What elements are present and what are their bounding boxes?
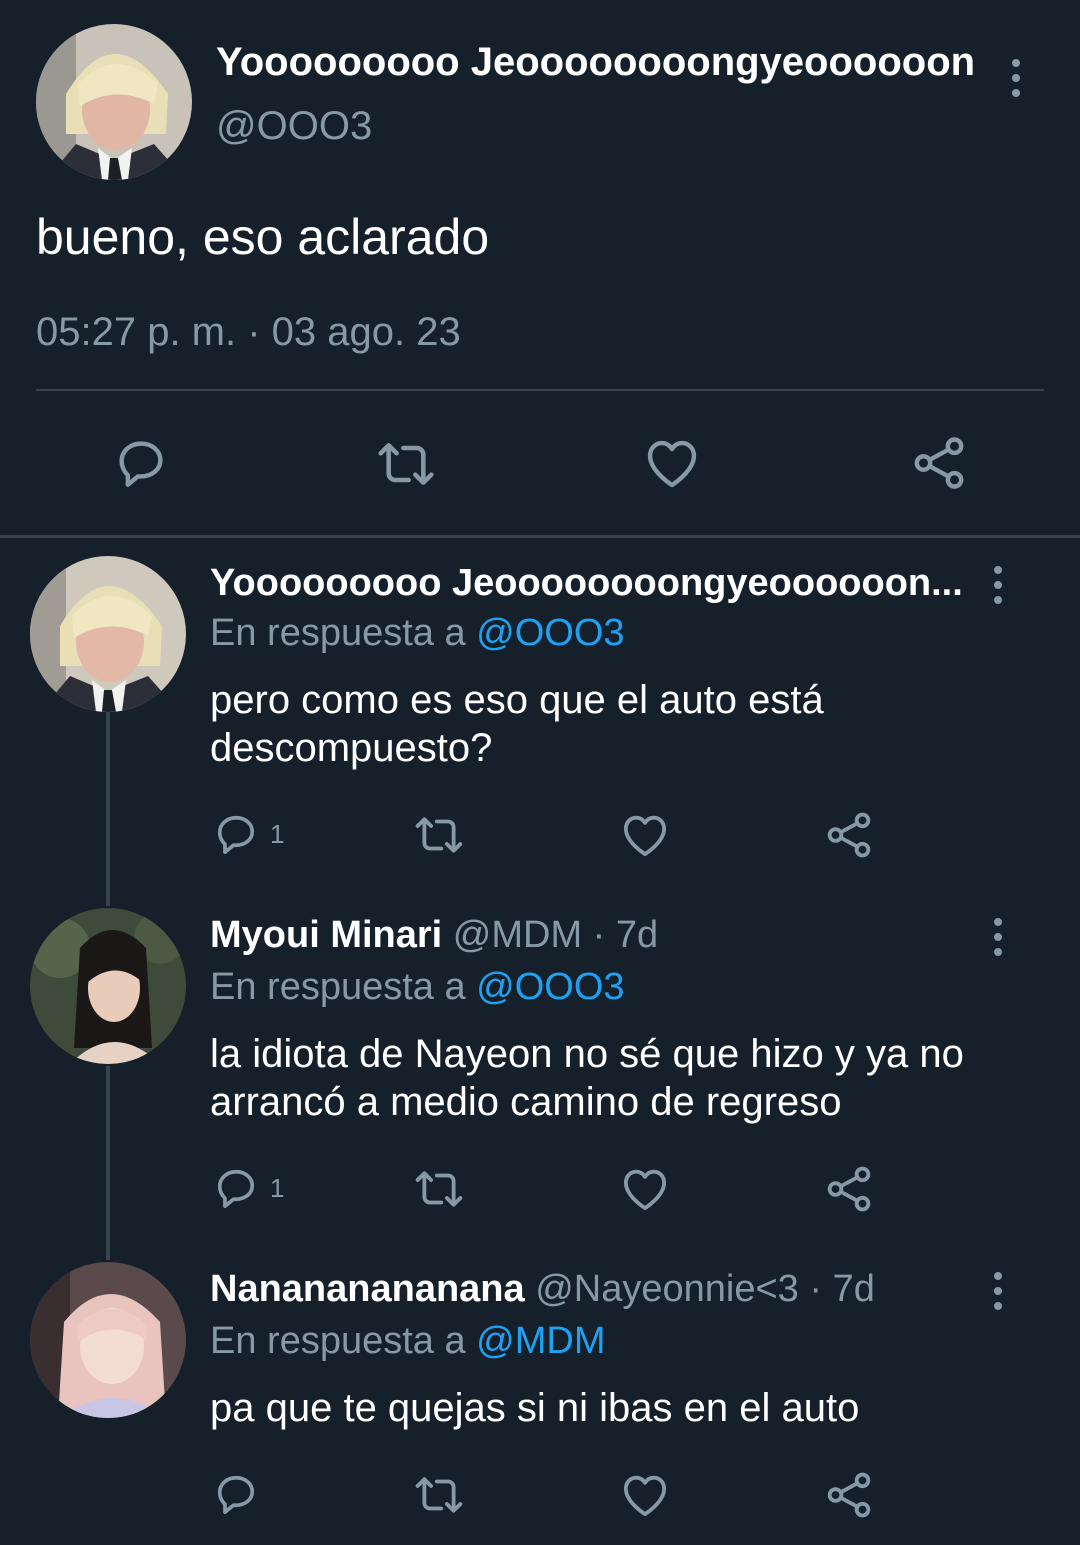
like-button[interactable]: [641, 432, 703, 494]
reply-count: 1: [270, 818, 285, 849]
thread-line: [106, 712, 110, 906]
like-icon: [618, 808, 672, 862]
reply-prefix: En respuesta a: [210, 1320, 466, 1362]
display-name[interactable]: Yooooooooo Jeoooooooongyeoooooon: [216, 40, 975, 85]
divider: [36, 389, 1044, 391]
like-icon: [618, 1468, 672, 1522]
avatar[interactable]: [36, 24, 192, 180]
handle-and-time: @MDM · 7d: [452, 914, 659, 956]
display-name[interactable]: Nanananananana: [210, 1268, 525, 1310]
reply-icon: [210, 1468, 262, 1520]
reply-icon: [210, 808, 262, 860]
share-button[interactable]: [822, 1468, 876, 1522]
tweet-text: la idiota de Nayeon no sé que hizo y ya …: [210, 1030, 964, 1126]
retweet-button[interactable]: [374, 432, 438, 496]
reply-button[interactable]: [110, 432, 172, 494]
retweet-button[interactable]: [412, 1162, 466, 1216]
like-icon: [641, 432, 703, 494]
thread-line: [106, 1066, 110, 1260]
tweet-header: Myoui Minari @MDM · 7d: [210, 914, 658, 957]
reply-button[interactable]: [210, 1468, 262, 1520]
reply-icon: [210, 1162, 262, 1214]
mention-link[interactable]: @OOO3: [476, 612, 624, 654]
reply-context: En respuesta a @OOO3: [210, 612, 625, 655]
tweet-text: bueno, eso aclarado: [36, 209, 490, 265]
like-button[interactable]: [618, 1162, 672, 1216]
tweet-text: pero como es eso que el auto está descom…: [210, 676, 824, 772]
avatar[interactable]: [30, 1262, 186, 1418]
like-button[interactable]: [618, 1468, 672, 1522]
retweet-icon: [374, 432, 438, 496]
share-button[interactable]: [822, 808, 876, 862]
more-options-icon[interactable]: [988, 566, 1008, 604]
like-button[interactable]: [618, 808, 672, 862]
display-name[interactable]: Yooooooooo Jeoooooooongyeoooooon...: [210, 562, 963, 605]
tweet-header: Nanananananana @Nayeonnie<3 · 7d: [210, 1268, 875, 1311]
reply-context: En respuesta a @OOO3: [210, 966, 625, 1009]
tweet-text-line: descompuesto?: [210, 726, 493, 770]
retweet-icon: [412, 1468, 466, 1522]
retweet-button[interactable]: [412, 1468, 466, 1522]
retweet-icon: [412, 808, 466, 862]
tweet-timestamp: 05:27 p. m. · 03 ago. 23: [36, 310, 461, 354]
reply-context: En respuesta a @MDM: [210, 1320, 606, 1363]
more-options-icon[interactable]: [988, 1272, 1008, 1310]
reply-count: 1: [270, 1172, 285, 1203]
mention-link[interactable]: @OOO3: [476, 966, 624, 1008]
tweet-text-line: pero como es eso que el auto está: [210, 678, 824, 722]
share-icon: [822, 1162, 876, 1216]
mention-link[interactable]: @MDM: [476, 1320, 605, 1362]
share-icon: [908, 432, 970, 494]
reply-prefix: En respuesta a: [210, 966, 466, 1008]
avatar[interactable]: [30, 556, 186, 712]
tweet-text-line: arrancó a medio camino de regreso: [210, 1080, 842, 1124]
section-divider: [0, 535, 1080, 538]
reply-button[interactable]: 1: [210, 808, 284, 860]
share-button[interactable]: [822, 1162, 876, 1216]
avatar[interactable]: [30, 908, 186, 1064]
share-icon: [822, 808, 876, 862]
retweet-icon: [412, 1162, 466, 1216]
display-name[interactable]: Myoui Minari: [210, 914, 442, 956]
tweet-text: pa que te quejas si ni ibas en el auto: [210, 1384, 859, 1432]
share-icon: [822, 1468, 876, 1522]
reply-prefix: En respuesta a: [210, 612, 466, 654]
reply-icon: [110, 432, 172, 494]
reply-button[interactable]: 1: [210, 1162, 284, 1214]
tweet-text-line: la idiota de Nayeon no sé que hizo y ya …: [210, 1032, 964, 1076]
like-icon: [618, 1162, 672, 1216]
more-options-icon[interactable]: [988, 918, 1008, 956]
more-options-icon[interactable]: [1006, 59, 1026, 97]
tweet-text-line: pa que te quejas si ni ibas en el auto: [210, 1386, 860, 1430]
share-button[interactable]: [908, 432, 970, 494]
retweet-button[interactable]: [412, 808, 466, 862]
user-handle[interactable]: @OOO3: [216, 104, 372, 149]
handle-and-time: @Nayeonnie<3 · 7d: [535, 1268, 875, 1310]
